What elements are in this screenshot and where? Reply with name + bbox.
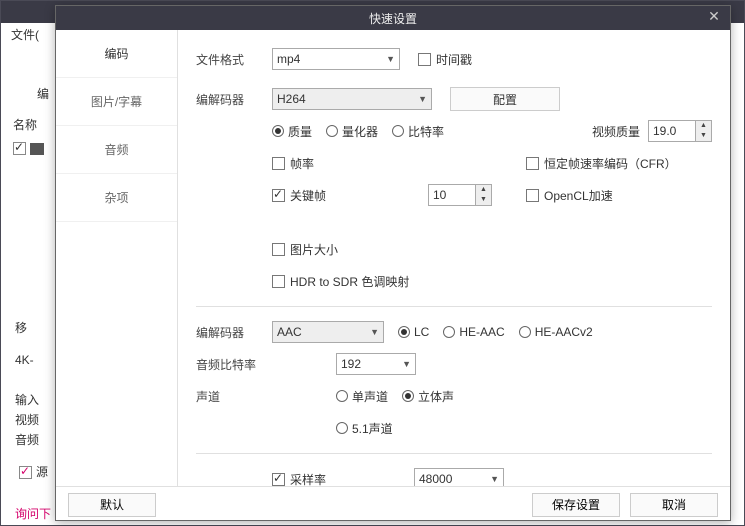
menu-file[interactable]: 文件( xyxy=(11,26,39,43)
aac-lc-radio[interactable]: LC xyxy=(398,325,429,339)
bitrate-radio[interactable]: 比特率 xyxy=(392,123,444,140)
spin-down-icon[interactable]: ▼ xyxy=(696,131,711,141)
mono-radio[interactable]: 单声道 xyxy=(336,388,388,405)
quantizer-radio[interactable]: 量化器 xyxy=(326,123,378,140)
timestamp-checkbox[interactable]: 时间戳 xyxy=(418,51,472,68)
default-button[interactable]: 默认 xyxy=(68,493,156,517)
dialog-close-icon[interactable]: ✕ xyxy=(704,8,724,25)
save-button[interactable]: 保存设置 xyxy=(532,493,620,517)
audio-bitrate-select[interactable]: 192 ▼ xyxy=(336,353,416,375)
col-header-name: 名称 xyxy=(13,116,49,133)
label-video-quality: 视频质量 xyxy=(592,123,640,140)
quick-settings-dialog: 快速设置 ✕ 编码 图片/字幕 音频 杂项 文件格式 mp4 ▼ 时间戳 xyxy=(55,5,731,521)
spin-up-icon[interactable]: ▲ xyxy=(696,121,711,131)
source-checkbox[interactable] xyxy=(19,466,32,479)
bg-label-4k: 4K- xyxy=(15,353,34,367)
dialog-main: 文件格式 mp4 ▼ 时间戳 编解码器 H264 ▼ 配置 xyxy=(178,30,730,486)
framerate-checkbox[interactable]: 帧率 xyxy=(272,155,422,172)
chevron-down-icon: ▼ xyxy=(402,359,411,369)
col-header-edit: 编 xyxy=(37,85,49,102)
hdr-sdr-checkbox[interactable]: HDR to SDR 色调映射 xyxy=(272,273,409,290)
sidebar-item-image-sub[interactable]: 图片/字幕 xyxy=(56,78,177,126)
label-file-format: 文件格式 xyxy=(196,51,272,68)
ch51-radio[interactable]: 5.1声道 xyxy=(336,420,393,437)
stereo-radio[interactable]: 立体声 xyxy=(402,388,454,405)
chevron-down-icon: ▼ xyxy=(490,474,499,484)
he-aacv2-radio[interactable]: HE-AACv2 xyxy=(519,325,593,339)
label-audio-bitrate: 音频比特率 xyxy=(196,356,336,373)
file-icon xyxy=(30,143,44,155)
label-audio-codec: 编解码器 xyxy=(196,324,272,341)
dialog-title: 快速设置 xyxy=(369,10,417,27)
label-channels: 声道 xyxy=(196,388,336,405)
list-row-checkbox[interactable] xyxy=(13,142,26,155)
bg-label-video: 视频 xyxy=(15,411,39,428)
spin-up-icon[interactable]: ▲ xyxy=(476,185,491,195)
dialog-footer: 默认 保存设置 取消 xyxy=(56,486,730,522)
bg-label-input: 输入 xyxy=(15,391,39,408)
audio-codec-select[interactable]: AAC ▼ xyxy=(272,321,384,343)
dialog-titlebar: 快速设置 ✕ xyxy=(56,6,730,30)
quality-radio[interactable]: 质量 xyxy=(272,123,312,140)
opencl-checkbox[interactable]: OpenCL加速 xyxy=(526,187,613,204)
samplerate-checkbox[interactable]: 采样率 xyxy=(272,471,344,487)
dialog-sidebar: 编码 图片/字幕 音频 杂项 xyxy=(56,30,178,486)
keyframe-checkbox[interactable]: 关键帧 xyxy=(272,187,344,204)
video-quality-spinner[interactable]: 19.0 ▲▼ xyxy=(648,120,712,142)
samplerate-select[interactable]: 48000 ▼ xyxy=(414,468,504,486)
label-codec: 编解码器 xyxy=(196,91,272,108)
image-size-checkbox[interactable]: 图片大小 xyxy=(272,241,338,258)
spin-down-icon[interactable]: ▼ xyxy=(476,195,491,205)
bg-label-move: 移 xyxy=(15,319,27,336)
section-divider xyxy=(196,453,712,454)
bg-label-audio: 音频 xyxy=(15,431,39,448)
configure-button[interactable]: 配置 xyxy=(450,87,560,111)
bg-label-bottom: 询问下 xyxy=(15,505,51,522)
section-divider xyxy=(196,306,712,307)
keyframe-spinner[interactable]: 10 ▲▼ xyxy=(428,184,492,206)
cancel-button[interactable]: 取消 xyxy=(630,493,718,517)
sidebar-item-encode[interactable]: 编码 xyxy=(56,30,177,78)
chevron-down-icon: ▼ xyxy=(370,327,379,337)
he-aac-radio[interactable]: HE-AAC xyxy=(443,325,504,339)
sidebar-item-audio[interactable]: 音频 xyxy=(56,126,177,174)
bg-source-checkbox-row: 源 xyxy=(19,463,48,480)
chevron-down-icon: ▼ xyxy=(386,54,395,64)
cfr-checkbox[interactable]: 恒定帧速率编码（CFR） xyxy=(526,155,677,172)
video-codec-select[interactable]: H264 ▼ xyxy=(272,88,432,110)
file-format-select[interactable]: mp4 ▼ xyxy=(272,48,400,70)
sidebar-item-misc[interactable]: 杂项 xyxy=(56,174,177,222)
chevron-down-icon: ▼ xyxy=(418,94,427,104)
